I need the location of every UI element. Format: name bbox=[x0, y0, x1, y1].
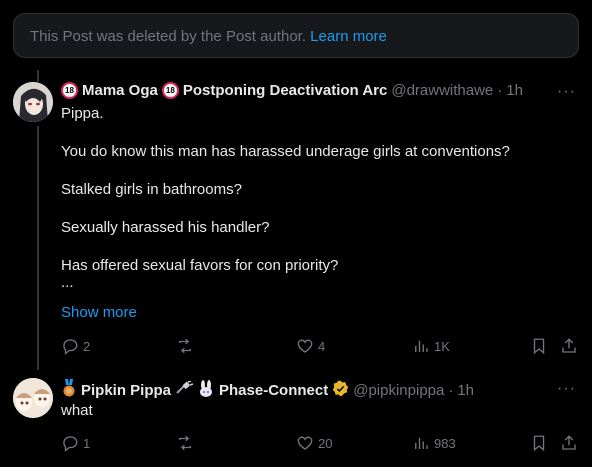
repost-button[interactable] bbox=[176, 337, 194, 355]
author-handle[interactable]: @pipkinpippa bbox=[353, 382, 444, 399]
deleted-post-notice: This Post was deleted by the Post author… bbox=[13, 13, 579, 58]
post-line: Pippa. bbox=[61, 105, 104, 122]
author-name-suffix[interactable]: Phase-Connect bbox=[219, 382, 328, 399]
separator-dot: · bbox=[448, 381, 454, 399]
like-count: 20 bbox=[318, 435, 333, 451]
post-time[interactable]: 1h bbox=[506, 82, 523, 99]
post-line: Sexually harassed his handler? bbox=[61, 219, 270, 236]
post-line: ... bbox=[61, 274, 74, 291]
plug-icon bbox=[175, 380, 194, 399]
post-header: 18 Mama Oga 18 Postponing Deactivation A… bbox=[61, 82, 523, 99]
reply-count: 2 bbox=[83, 338, 91, 354]
views-icon bbox=[415, 437, 428, 449]
adult-badge-icon: 18 bbox=[61, 82, 78, 99]
repost-icon bbox=[179, 338, 191, 354]
share-icon bbox=[562, 338, 576, 353]
avatar[interactable] bbox=[13, 378, 53, 418]
post-actions: 1 20 983 bbox=[61, 434, 581, 454]
view-count: 1K bbox=[434, 338, 450, 354]
medal-icon bbox=[61, 379, 77, 401]
views-button[interactable]: 1K bbox=[412, 337, 450, 355]
bookmark-button[interactable] bbox=[530, 434, 548, 452]
post-line: Has offered sexual favors for con priori… bbox=[61, 257, 339, 274]
views-icon bbox=[415, 340, 428, 352]
avatar[interactable] bbox=[13, 82, 53, 122]
show-more-link[interactable]: Show more bbox=[61, 304, 137, 321]
post-actions: 2 4 1K bbox=[61, 337, 581, 357]
repost-button[interactable] bbox=[176, 434, 194, 452]
like-button[interactable]: 4 bbox=[296, 337, 325, 355]
reply-button[interactable]: 2 bbox=[61, 337, 90, 355]
post-line: Stalked girls in bathrooms? bbox=[61, 181, 242, 198]
author-name[interactable]: Pipkin Pippa bbox=[81, 382, 171, 399]
heart-icon bbox=[297, 339, 313, 353]
reply-button[interactable]: 1 bbox=[61, 434, 90, 452]
heart-icon bbox=[297, 436, 313, 450]
post-time[interactable]: 1h bbox=[457, 382, 474, 399]
deleted-notice-text: This Post was deleted by the Post author… bbox=[30, 28, 306, 45]
author-name-suffix[interactable]: Postponing Deactivation Arc bbox=[183, 82, 387, 99]
post-text: Pippa. You do know this man has harassed… bbox=[61, 104, 510, 290]
bookmark-icon bbox=[533, 338, 545, 355]
like-button[interactable]: 20 bbox=[296, 434, 332, 452]
bookmark-button[interactable] bbox=[530, 337, 548, 355]
reply-count: 1 bbox=[83, 435, 91, 451]
post-header: Pipkin Pippa Phase-Connect @pipkinpippa … bbox=[61, 379, 474, 401]
more-dots-icon[interactable]: ··· bbox=[557, 83, 576, 101]
post-text: what bbox=[61, 402, 93, 419]
share-button[interactable] bbox=[560, 337, 578, 355]
separator-dot: · bbox=[497, 82, 503, 99]
share-button[interactable] bbox=[560, 434, 578, 452]
share-icon bbox=[562, 435, 576, 450]
author-name[interactable]: Mama Oga bbox=[82, 82, 158, 99]
reply-icon bbox=[63, 436, 78, 452]
adult-badge-icon: 18 bbox=[161, 82, 179, 99]
bunny-icon bbox=[197, 379, 215, 401]
thread-connector bbox=[37, 126, 39, 370]
views-button[interactable]: 983 bbox=[412, 434, 456, 452]
post-line: You do know this man has harassed undera… bbox=[61, 143, 510, 160]
author-handle[interactable]: @drawwithawe bbox=[391, 82, 493, 99]
reply-icon bbox=[63, 339, 78, 355]
like-count: 4 bbox=[318, 338, 326, 354]
thread-connector-top bbox=[37, 70, 39, 82]
learn-more-link[interactable]: Learn more bbox=[310, 28, 387, 45]
bookmark-icon bbox=[533, 435, 545, 452]
verified-badge-icon bbox=[332, 380, 349, 401]
view-count: 983 bbox=[434, 435, 456, 451]
repost-icon bbox=[179, 435, 191, 451]
more-dots-icon[interactable]: ··· bbox=[557, 380, 576, 398]
